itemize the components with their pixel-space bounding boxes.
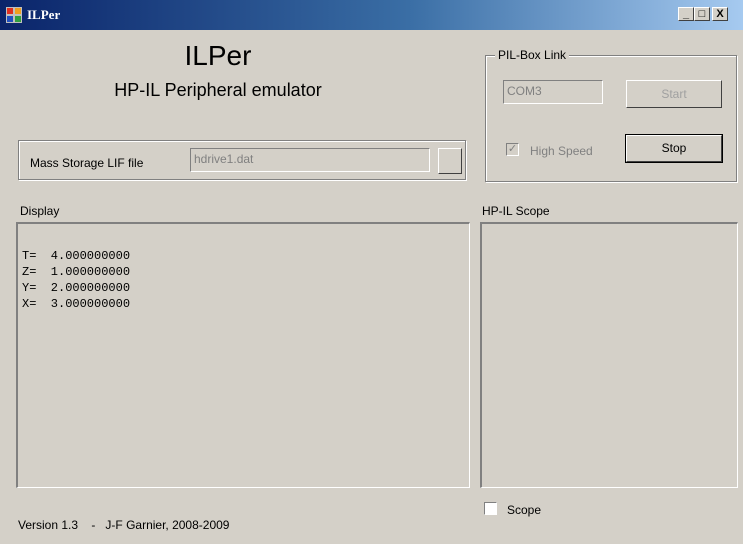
minimize-button[interactable]: _ — [678, 7, 694, 21]
close-button[interactable]: X — [712, 7, 728, 21]
app-icon[interactable] — [6, 7, 22, 23]
pil-box-group — [485, 55, 737, 182]
display-panel: T= 4.000000000 Z= 1.000000000 Y= 2.00000… — [16, 222, 470, 488]
app-title: ILPer — [184, 40, 252, 71]
display-line-t: T= 4.000000000 — [22, 249, 131, 263]
display-line-x: X= 3.000000000 — [22, 297, 131, 311]
stop-button[interactable]: Stop — [625, 134, 723, 163]
app-subtitle: HP-IL Peripheral emulator — [114, 80, 322, 100]
title-bar: ILPer _ □ X — [0, 0, 743, 30]
display-line-y: Y= 2.000000000 — [22, 281, 131, 295]
high-speed-checkbox[interactable]: ✓ — [506, 143, 519, 156]
mass-storage-label: Mass Storage LIF file — [30, 156, 144, 170]
lif-file-field[interactable]: hdrive1.dat — [190, 148, 430, 172]
version-text: Version 1.3 — [18, 518, 79, 532]
com-port-field[interactable]: COM3 — [503, 80, 603, 104]
display-label: Display — [20, 204, 60, 218]
version-label: Version 1.3 - J-F Garnier, 2008-2009 — [18, 518, 229, 532]
scope-panel[interactable] — [480, 222, 738, 488]
browse-button[interactable] — [438, 148, 462, 174]
display-line-z: Z= 1.000000000 — [22, 265, 131, 279]
scope-label: HP-IL Scope — [482, 204, 550, 218]
separator: - — [81, 518, 103, 532]
author-text: J-F Garnier, 2008-2009 — [105, 518, 230, 532]
start-button[interactable]: Start — [626, 80, 722, 108]
high-speed-label: High Speed — [530, 144, 593, 158]
scope-checkbox[interactable] — [484, 502, 497, 515]
scope-checkbox-label: Scope — [507, 503, 542, 517]
window-title: ILPer — [27, 7, 61, 22]
maximize-button[interactable]: □ — [694, 7, 710, 21]
pil-box-legend: PIL-Box Link — [495, 48, 570, 62]
